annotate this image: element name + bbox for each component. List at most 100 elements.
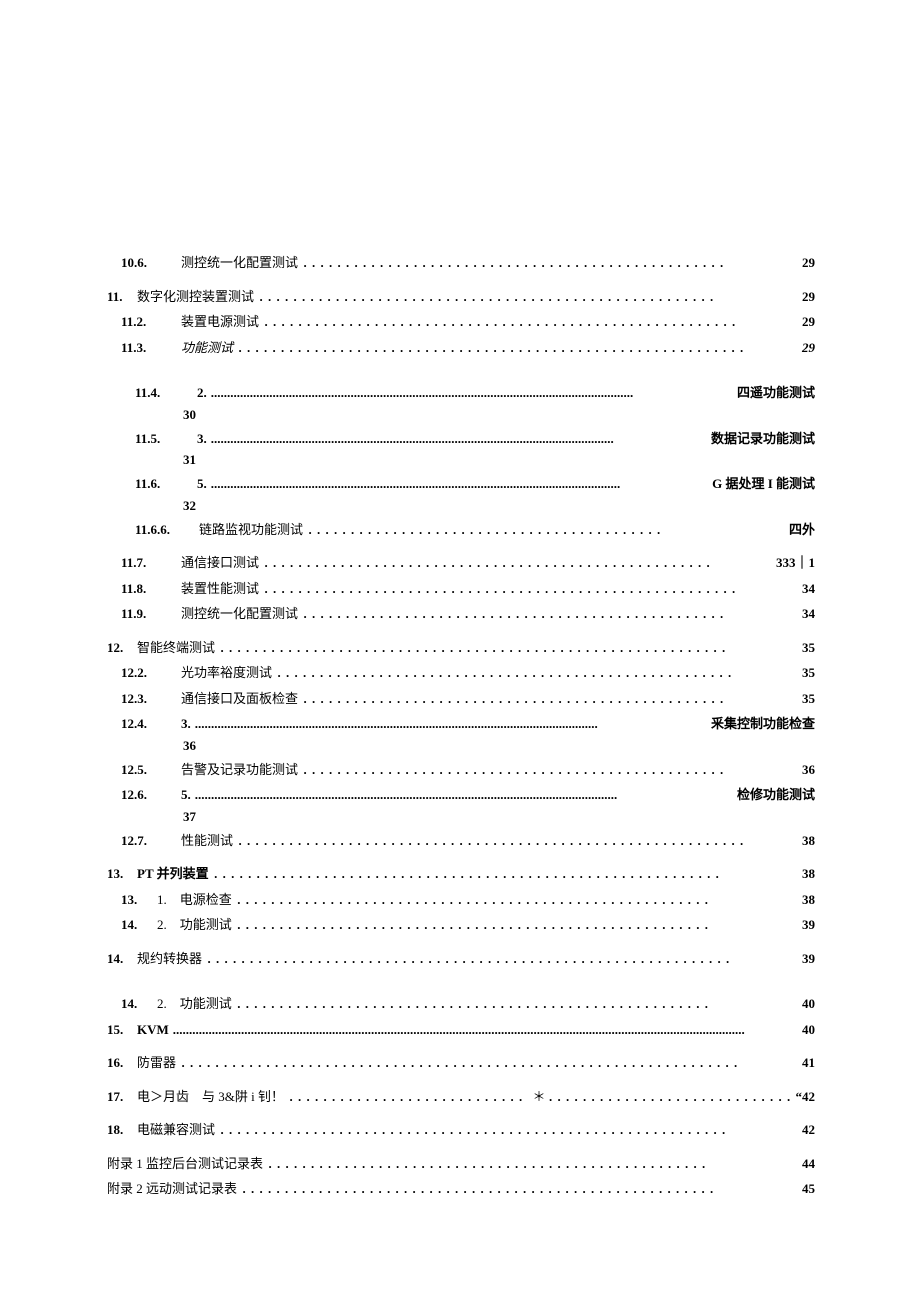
toc-number: 11.6. [135,474,197,494]
toc-number: 12.2. [121,663,181,683]
toc-entry: 13.1. 电源检查．．．．．．．．．．．．．．．．．．．．．．．．．．．．．．… [107,890,815,910]
toc-entry: 14.规约转换器．．．．．．．．．．．．．．．．．．．．．．．．．．．．．．．．… [107,949,815,969]
toc-page: 40 [802,1020,815,1040]
toc-subpage: 32 [107,498,815,514]
toc-page: 44 [802,1154,815,1174]
toc-leader: ........................................… [211,474,708,494]
toc-entry: 12.5.告警及记录功能测试．．．．．．．．．．．．．．．．．．．．．．．．．．… [107,760,815,780]
toc-title: 2. 功能测试 [157,915,232,935]
toc-entry: 11.2.装置电源测试．．．．．．．．．．．．．．．．．．．．．．．．．．．．．… [107,312,815,332]
toc-entry: 11.5.3..................................… [107,429,815,449]
toc-page: 42 [802,1120,815,1140]
toc-title: 功能测试 [181,338,233,358]
toc-page: 35 [802,663,815,683]
toc-page: 45 [802,1179,815,1199]
toc-leader: ．．．．．．．．．．．．．．．．．．．．．．．．．．．．．．．．．．．．．．．．… [237,831,798,851]
toc-number: 12.4. [121,714,181,734]
toc-leader: ．．．．．．．．．．．．．．．．．．．．．．．．．．．．．．．．．．．．．．．．… [302,760,798,780]
toc-entry: 11.6.5..................................… [107,474,815,494]
toc-number: 12. [107,638,137,658]
toc-subpage: 36 [107,738,815,754]
toc-number: 17. [107,1087,137,1107]
toc-leader: ．．．．．．．．．．．．．．．．．．．．．．．．．．．．．．．．．．．．．．．．… [219,638,798,658]
toc-page: 39 [802,915,815,935]
toc-page: 35 [802,638,815,658]
toc-page: 41 [802,1053,815,1073]
toc-number: 14. [121,994,157,1014]
toc-title: 3. [181,714,191,734]
toc-entry: 18.电磁兼容测试．．．．．．．．．．．．．．．．．．．．．．．．．．．．．．．… [107,1120,815,1140]
toc-page: 釆集控制功能检查 [711,714,815,734]
toc-page: 数据记录功能测试 [711,429,815,449]
toc-entry: 14.2. 功能测试．．．．．．．．．．．．．．．．．．．．．．．．．．．．．．… [107,915,815,935]
toc-title: 2. [197,383,207,403]
toc-title: 告警及记录功能测试 [181,760,298,780]
toc-number: 11.9. [121,604,181,624]
toc-leader: ．．．．．．．．．．．．．．．．．．．．．．．．．．．．．．．．．．．．．．．．… [180,1053,798,1073]
toc-page: 38 [802,864,815,884]
toc-entry: 14.2. 功能测试．．．．．．．．．．．．．．．．．．．．．．．．．．．．．．… [107,994,815,1014]
toc-title: 电＞月齿 与 3&阱 i 钊！ [137,1087,284,1107]
toc-page: 29 [802,338,815,358]
toc-entry: 11.8.装置性能测试．．．．．．．．．．．．．．．．．．．．．．．．．．．．．… [107,579,815,599]
toc-title: 装置电源测试 [181,312,259,332]
toc-leader: ．．．．．．．．．．．．．．．．．．．．．．．．．．．．＊．．．．．．．．．．．… [288,1087,792,1107]
toc-title: 附录 1 监控后台测试记录表 [107,1154,263,1174]
toc-leader: ．．．．．．．．．．．．．．．．．．．．．．．．．．．．．．．．．．．．．．．．… [206,949,798,969]
toc-title: 光功率裕度测试 [181,663,272,683]
toc-entry: 11.6.6.链路监视功能测试．．．．．．．．．．．．．．．．．．．．．．．．．… [107,520,815,540]
toc-subpage: 37 [107,809,815,825]
toc-number: 11.6.6. [135,520,199,540]
toc-number: 13. [121,890,157,910]
toc-leader: ........................................… [211,383,733,403]
toc-leader: ．．．．．．．．．．．．．．．．．．．．．．．．．．．．．．．．．．．．．．．．… [258,287,798,307]
toc-leader: ．．．．．．．．．．．．．．．．．．．．．．．．．．．．．．．．．．．．．．．．… [307,520,785,540]
toc-entry: 12.6.5..................................… [107,785,815,805]
toc-entry: 10.6.测控统一化配置测试．．．．．．．．．．．．．．．．．．．．．．．．．．… [107,253,815,273]
toc-page: 检修功能测试 [737,785,815,805]
toc-entry: 11.3.功能测试．．．．．．．．．．．．．．．．．．．．．．．．．．．．．．．… [107,338,815,358]
toc-leader: ．．．．．．．．．．．．．．．．．．．．．．．．．．．．．．．．．．．．．．．．… [213,864,798,884]
toc-entry: 12.2.光功率裕度测试．．．．．．．．．．．．．．．．．．．．．．．．．．．．… [107,663,815,683]
toc-number: 11.7. [121,553,181,573]
toc-title: 规约转换器 [137,949,202,969]
toc-number: 14. [121,915,157,935]
toc-title: 5. [197,474,207,494]
toc-number: 18. [107,1120,137,1140]
toc-leader: ．．．．．．．．．．．．．．．．．．．．．．．．．．．．．．．．．．．．．．．．… [302,604,798,624]
toc-leader: ........................................… [173,1020,798,1040]
toc-leader: ．．．．．．．．．．．．．．．．．．．．．．．．．．．．．．．．．．．．．．．．… [263,553,772,573]
toc-title: 测控统一化配置测试 [181,253,298,273]
toc-entry: 17.电＞月齿 与 3&阱 i 钊！．．．．．．．．．．．．．．．．．．．．．．… [107,1087,815,1107]
toc-subpage: 30 [107,407,815,423]
toc-title: 电磁兼容测试 [137,1120,215,1140]
toc-number: 11.3. [121,338,181,358]
toc-page: 29 [802,287,815,307]
toc-subpage: 31 [107,452,815,468]
toc-title: 数字化测控装置测试 [137,287,254,307]
toc-page: “42 [796,1087,816,1107]
toc-leader: ．．．．．．．．．．．．．．．．．．．．．．．．．．．．．．．．．．．．．．．．… [241,1179,798,1199]
toc-title: 防雷器 [137,1053,176,1073]
toc-title: 测控统一化配置测试 [181,604,298,624]
toc-entry: 附录 2 远动测试记录表．．．．．．．．．．．．．．．．．．．．．．．．．．．．… [107,1179,815,1199]
toc-entry: 11.4.2..................................… [107,383,815,403]
toc-leader: ．．．．．．．．．．．．．．．．．．．．．．．．．．．．．．．．．．．．．．．．… [302,689,798,709]
toc-page: 29 [802,253,815,273]
toc-title: 5. [181,785,191,805]
toc-number: 11.5. [135,429,197,449]
toc-entry: 附录 1 监控后台测试记录表．．．．．．．．．．．．．．．．．．．．．．．．．．… [107,1154,815,1174]
toc-number: 12.7. [121,831,181,851]
toc-title: 3. [197,429,207,449]
toc-leader: ........................................… [211,429,707,449]
toc-number: 11.8. [121,579,181,599]
toc-leader: ．．．．．．．．．．．．．．．．．．．．．．．．．．．．．．．．．．．．．．．．… [302,253,798,273]
toc-leader: ．．．．．．．．．．．．．．．．．．．．．．．．．．．．．．．．．．．．．．．．… [236,890,798,910]
toc-entry: 16.防雷器．．．．．．．．．．．．．．．．．．．．．．．．．．．．．．．．．．… [107,1053,815,1073]
toc-page: 34 [802,604,815,624]
toc-page: 四外 [789,520,815,540]
toc-page: 35 [802,689,815,709]
toc-number: 10.6. [121,253,181,273]
toc-page: 34 [802,579,815,599]
toc-entry: 11.数字化测控装置测试．．．．．．．．．．．．．．．．．．．．．．．．．．．．… [107,287,815,307]
